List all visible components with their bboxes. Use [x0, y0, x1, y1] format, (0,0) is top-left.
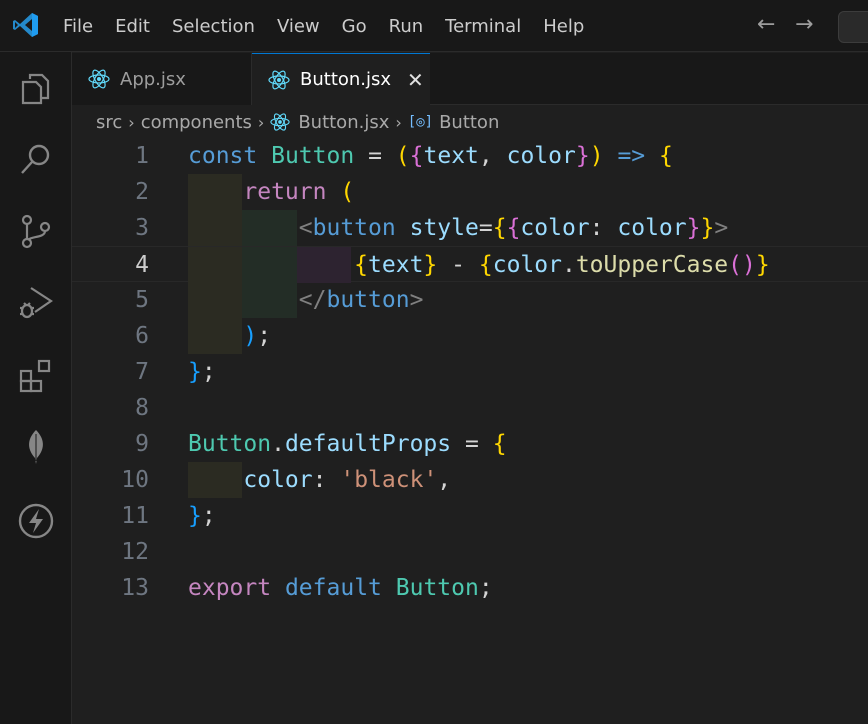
- tab-bar: App.jsx Button.jsx ✕: [72, 53, 868, 105]
- title-bar: File Edit Selection View Go Run Terminal…: [0, 0, 868, 52]
- code-line[interactable]: 13 export default Button;: [72, 570, 868, 606]
- code-line[interactable]: 7};: [72, 354, 868, 390]
- code-line[interactable]: 2 return (: [72, 174, 868, 210]
- code-text: );: [243, 323, 272, 349]
- search-icon[interactable]: [17, 140, 55, 178]
- line-number: 13: [121, 575, 149, 601]
- source-control-icon[interactable]: [17, 212, 55, 250]
- code-line[interactable]: 1 const Button = ({text, color}) => {: [72, 138, 868, 174]
- breadcrumb-file[interactable]: Button.jsx: [298, 112, 389, 133]
- menu-run[interactable]: Run: [378, 16, 435, 37]
- extensions-icon[interactable]: [17, 357, 55, 395]
- line-number: 3: [135, 215, 149, 241]
- activity-bar: [0, 52, 72, 724]
- line-number: 5: [135, 287, 149, 313]
- tab-label: App.jsx: [120, 68, 186, 90]
- code-text: return (: [243, 179, 355, 205]
- react-icon: [268, 70, 290, 89]
- run-debug-icon[interactable]: [17, 284, 55, 322]
- code-line[interactable]: 8: [72, 390, 868, 426]
- line-number: 12: [121, 539, 149, 565]
- line-number: 2: [135, 179, 149, 205]
- code-line[interactable]: 4 {text} - {color.toUpperCase()}: [72, 246, 868, 283]
- command-center[interactable]: [838, 11, 868, 43]
- breadcrumb-symbol[interactable]: Button: [439, 112, 499, 133]
- react-icon: [270, 113, 290, 131]
- code-text: export default Button;: [188, 575, 493, 601]
- code-text: {text} - {color.toUpperCase()}: [354, 252, 770, 278]
- tab-button-jsx[interactable]: Button.jsx ✕: [252, 53, 430, 105]
- code-text: <button style={{color: color}}>: [298, 215, 729, 241]
- line-number: 7: [135, 359, 149, 385]
- tab-label: Button.jsx: [300, 69, 392, 90]
- line-number: 8: [135, 395, 149, 421]
- mongodb-leaf-icon[interactable]: [17, 428, 55, 466]
- line-number: 6: [135, 323, 149, 349]
- code-text: };: [188, 503, 216, 529]
- breadcrumb-src[interactable]: src: [96, 112, 122, 133]
- menu-file[interactable]: File: [52, 16, 104, 37]
- code-line[interactable]: 3 <button style={{color: color}}>: [72, 210, 868, 246]
- menu-help[interactable]: Help: [532, 16, 595, 37]
- code-text: Button.defaultProps = {: [188, 431, 507, 457]
- code-line[interactable]: 12: [72, 534, 868, 570]
- code-line[interactable]: 9 Button.defaultProps = {: [72, 426, 868, 462]
- code-line[interactable]: 10 color: 'black',: [72, 462, 868, 498]
- menu-go[interactable]: Go: [331, 16, 378, 37]
- breadcrumb: src › components › Button.jsx › [◎] Butt…: [96, 108, 499, 136]
- line-number: 1: [135, 143, 149, 169]
- close-icon[interactable]: ✕: [407, 68, 424, 92]
- code-line[interactable]: 11};: [72, 498, 868, 534]
- back-arrow-icon[interactable]: ←: [757, 13, 775, 37]
- tab-app-jsx[interactable]: App.jsx: [72, 53, 252, 105]
- menu-bar: File Edit Selection View Go Run Terminal…: [52, 0, 595, 52]
- chevron-right-icon: ›: [257, 112, 265, 132]
- line-number: 10: [121, 467, 149, 493]
- react-icon: [88, 69, 110, 89]
- line-number: 4: [135, 252, 149, 278]
- chevron-right-icon: ›: [395, 112, 402, 132]
- vscode-logo-icon: [13, 13, 38, 37]
- breadcrumb-components[interactable]: components: [141, 112, 252, 133]
- code-line[interactable]: 5 </button>: [72, 282, 868, 318]
- code-text: </button>: [298, 287, 424, 313]
- explorer-icon[interactable]: [17, 70, 55, 108]
- code-text: };: [188, 359, 216, 385]
- menu-selection[interactable]: Selection: [161, 16, 266, 37]
- line-number: 9: [135, 431, 149, 457]
- line-number: 11: [121, 503, 149, 529]
- symbol-variable-icon: [◎]: [407, 114, 434, 130]
- menu-view[interactable]: View: [266, 16, 331, 37]
- thunder-client-icon[interactable]: [17, 502, 55, 540]
- code-text: const Button = ({text, color}) => {: [188, 143, 673, 169]
- code-editor[interactable]: 1 const Button = ({text, color}) => { 2 re…: [72, 138, 868, 724]
- forward-arrow-icon[interactable]: →: [795, 13, 813, 37]
- menu-edit[interactable]: Edit: [104, 16, 161, 37]
- code-line[interactable]: 6 );: [72, 318, 868, 354]
- code-text: color: 'black',: [243, 467, 452, 493]
- chevron-right-icon: ›: [128, 112, 135, 132]
- menu-terminal[interactable]: Terminal: [434, 16, 532, 37]
